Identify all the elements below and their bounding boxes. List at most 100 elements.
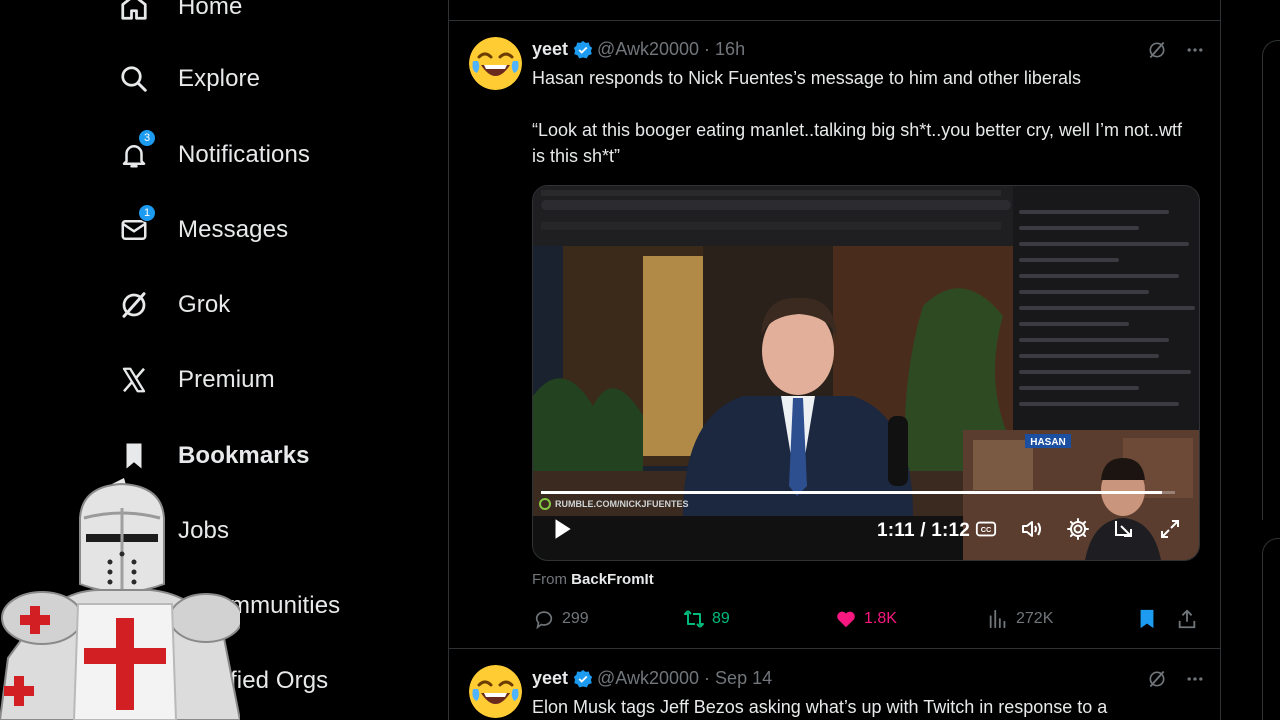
reply-button[interactable]: 299: [532, 607, 589, 631]
volume-icon[interactable]: [1019, 516, 1045, 542]
post-time[interactable]: 16h: [715, 39, 745, 60]
post-time[interactable]: Sep 14: [715, 668, 772, 689]
video-chat-panel: [1013, 186, 1199, 430]
from-prefix: From: [532, 571, 567, 588]
chat-line: [1019, 306, 1195, 310]
previous-post-edge: [449, 0, 1220, 21]
more-options-icon[interactable]: [1184, 39, 1206, 61]
bookmark-filled-icon: [1140, 609, 1154, 629]
repost-button[interactable]: 89: [682, 607, 730, 631]
repost-icon: [682, 607, 706, 631]
captions-icon[interactable]: CC: [973, 516, 999, 542]
browser-address-bar: [541, 200, 1011, 210]
sidebar-item-label: Notifications: [178, 141, 311, 168]
browser-bookmarks: [541, 222, 1001, 230]
sidebar-item-label: Explore: [178, 65, 261, 92]
avatar[interactable]: [469, 37, 522, 90]
post-header: yeet @Awk20000 · 16h: [532, 39, 745, 60]
post-actions: 299 89 1.8K 272K: [532, 607, 1200, 635]
video-progress-bar[interactable]: [541, 491, 1175, 494]
webcam-label: HASAN: [1030, 437, 1066, 448]
sidebar-item-explore[interactable]: Explore: [118, 54, 260, 104]
home-icon: [118, 0, 150, 23]
notification-badge: 3: [138, 129, 156, 147]
video-frame-scene: [533, 246, 1013, 516]
user-handle[interactable]: @Awk20000: [597, 39, 699, 60]
video-progress-fill: [541, 491, 1163, 494]
bar-chart-icon: [986, 607, 1010, 631]
user-handle[interactable]: @Awk20000: [597, 668, 699, 689]
post-text: Hasan responds to Nick Fuentes’s message…: [532, 68, 1081, 88]
separator-dot: ·: [704, 39, 711, 59]
grok-icon[interactable]: [1146, 39, 1168, 61]
rumble-logo-icon: [539, 498, 551, 510]
avatar[interactable]: [469, 665, 522, 718]
video-player[interactable]: HASAN RUMBLE.COM/NICKJFUENTES 1:11 / 1:1…: [532, 185, 1200, 561]
chat-line: [1019, 402, 1179, 406]
x-logo-icon: [118, 364, 150, 396]
display-name[interactable]: yeet: [532, 39, 568, 60]
views-button[interactable]: 272K: [986, 607, 1053, 631]
sidebar-item-label: Premium: [178, 366, 275, 393]
post-quote-text: “Look at this booger eating manlet..talk…: [532, 120, 1182, 166]
verified-badge-icon: [573, 669, 593, 687]
sidebar-item-label: Home: [178, 0, 243, 20]
video-controls: 1:11 / 1:12 CC: [533, 512, 1199, 548]
share-button[interactable]: [1176, 607, 1198, 631]
sidebar-item-premium[interactable]: Premium: [118, 355, 275, 405]
play-icon[interactable]: [549, 516, 575, 542]
sidebar-item-messages[interactable]: 1 Messages: [118, 204, 289, 255]
browser-tabs: [541, 190, 1001, 196]
view-count: 272K: [1016, 610, 1054, 627]
like-count: 1.8K: [864, 610, 897, 627]
chat-line: [1019, 226, 1139, 230]
separator-dot: ·: [704, 668, 711, 688]
chat-line: [1019, 290, 1149, 294]
sidebar-item-label: fied Orgs: [230, 667, 329, 694]
fullscreen-icon[interactable]: [1157, 516, 1183, 542]
sidebar-item-grok[interactable]: Grok: [118, 280, 230, 330]
bookmark-icon: [118, 440, 150, 472]
chat-line: [1019, 258, 1119, 262]
settings-gear-icon[interactable]: [1065, 516, 1091, 542]
chat-line: [1019, 322, 1129, 326]
right-panel-edge: [1262, 538, 1280, 720]
from-source-link[interactable]: BackFromIt: [571, 571, 654, 588]
reply-count: 299: [562, 610, 589, 627]
sidebar-item-label: Grok: [178, 291, 231, 318]
sidebar-item-bookmarks[interactable]: Bookmarks: [118, 431, 310, 481]
mail-icon: 1: [118, 204, 156, 246]
post-tools: [1146, 39, 1206, 61]
pip-icon[interactable]: [1111, 516, 1137, 542]
post-text: Elon Musk tags Jeff Bezos asking what’s …: [532, 697, 1108, 717]
chat-line: [1019, 354, 1159, 358]
post[interactable]: yeet @Awk20000 · 16h Hasan responds to N…: [449, 21, 1220, 649]
chat-line: [1019, 338, 1169, 342]
crusader-knight-overlay: [0, 478, 240, 720]
grok-icon: [118, 289, 150, 321]
sidebar-item-notifications[interactable]: 3 Notifications: [118, 129, 311, 180]
sidebar-item-label: Messages: [178, 216, 289, 243]
grok-icon[interactable]: [1146, 668, 1168, 690]
post-header: yeet @Awk20000 · Sep 14: [532, 668, 772, 689]
chat-line: [1019, 210, 1169, 214]
bell-icon: 3: [118, 129, 156, 171]
post[interactable]: yeet @Awk20000 · Sep 14 Elon Musk tags J…: [449, 650, 1220, 720]
sidebar-item-label: mmunities: [230, 592, 341, 619]
heart-icon: [834, 607, 858, 631]
video-watermark: RUMBLE.COM/NICKJFUENTES: [539, 498, 689, 510]
bookmark-button[interactable]: [1136, 607, 1158, 631]
sidebar-item-home[interactable]: Home: [118, 0, 242, 32]
sidebar-nav: Home Explore 3 Notifications 1 Messages: [0, 0, 448, 720]
more-options-icon[interactable]: [1184, 668, 1206, 690]
chat-line: [1019, 370, 1191, 374]
chat-line: [1019, 242, 1189, 246]
display-name[interactable]: yeet: [532, 668, 568, 689]
like-button[interactable]: 1.8K: [834, 607, 897, 631]
timeline: yeet @Awk20000 · 16h Hasan responds to N…: [448, 0, 1221, 720]
chat-line: [1019, 386, 1139, 390]
search-icon: [118, 63, 150, 95]
right-panel-edge: [1262, 40, 1280, 520]
repost-count: 89: [712, 610, 730, 627]
watermark-text: RUMBLE.COM/NICKJFUENTES: [555, 499, 689, 509]
